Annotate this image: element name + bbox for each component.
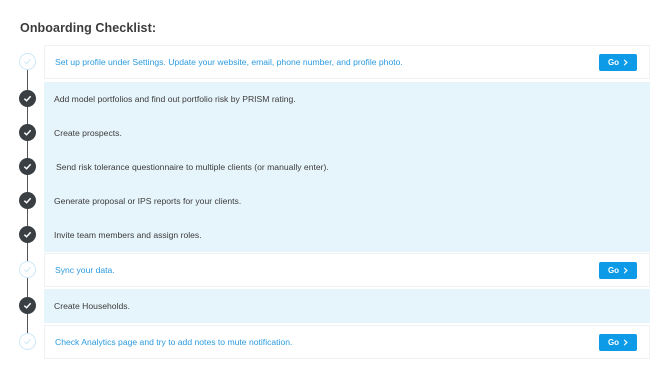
checklist-step: Generate proposal or IPS reports for you… (0, 184, 670, 218)
checklist-step: Set up profile under Settings. Update yo… (0, 45, 670, 79)
chevron-right-icon (623, 59, 628, 66)
check-circle-icon (19, 192, 36, 209)
go-button[interactable]: Go (599, 262, 637, 279)
checklist-step: Invite team members and assign roles. (0, 218, 670, 252)
checklist-step: Add model portfolios and find out portfo… (0, 82, 670, 116)
step-card: Sync your data. Go (44, 253, 650, 287)
check-circle-outline-icon (19, 261, 36, 278)
step-card: Send risk tolerance questionnaire to mul… (44, 150, 650, 184)
step-card: Create Households. (44, 289, 650, 323)
step-card: Invite team members and assign roles. (44, 218, 650, 252)
step-text: Send risk tolerance questionnaire to mul… (56, 162, 329, 172)
check-circle-outline-icon (19, 333, 36, 350)
go-button-label: Go (607, 338, 620, 347)
step-card: Generate proposal or IPS reports for you… (44, 184, 650, 218)
go-button[interactable]: Go (599, 334, 637, 351)
checklist-step: Sync your data. Go (0, 253, 670, 287)
go-button[interactable]: Go (599, 54, 637, 71)
check-circle-icon (19, 297, 36, 314)
page-title: Onboarding Checklist: (20, 21, 157, 35)
go-button-label: Go (607, 266, 620, 275)
checklist-step: Check Analytics page and try to add note… (0, 325, 670, 359)
check-circle-outline-icon (19, 53, 36, 70)
step-card: Add model portfolios and find out portfo… (44, 82, 650, 116)
step-text: Sync your data. (55, 265, 115, 275)
step-text: Invite team members and assign roles. (54, 230, 202, 240)
check-circle-icon (19, 158, 36, 175)
step-card: Set up profile under Settings. Update yo… (44, 45, 650, 79)
step-card: Create prospects. (44, 116, 650, 150)
step-card: Check Analytics page and try to add note… (44, 325, 650, 359)
step-text: Create prospects. (54, 128, 122, 138)
check-circle-icon (19, 226, 36, 243)
chevron-right-icon (623, 267, 628, 274)
step-text: Generate proposal or IPS reports for you… (54, 196, 242, 206)
step-text: Add model portfolios and find out portfo… (54, 94, 296, 104)
checklist-step: Send risk tolerance questionnaire to mul… (0, 150, 670, 184)
chevron-right-icon (623, 339, 628, 346)
check-circle-icon (19, 90, 36, 107)
step-text: Create Households. (54, 301, 130, 311)
checklist-step: Create Households. (0, 289, 670, 323)
checklist-step: Create prospects. (0, 116, 670, 150)
go-button-label: Go (607, 58, 620, 67)
step-text: Check Analytics page and try to add note… (55, 337, 293, 347)
check-circle-icon (19, 124, 36, 141)
step-text: Set up profile under Settings. Update yo… (55, 57, 403, 67)
